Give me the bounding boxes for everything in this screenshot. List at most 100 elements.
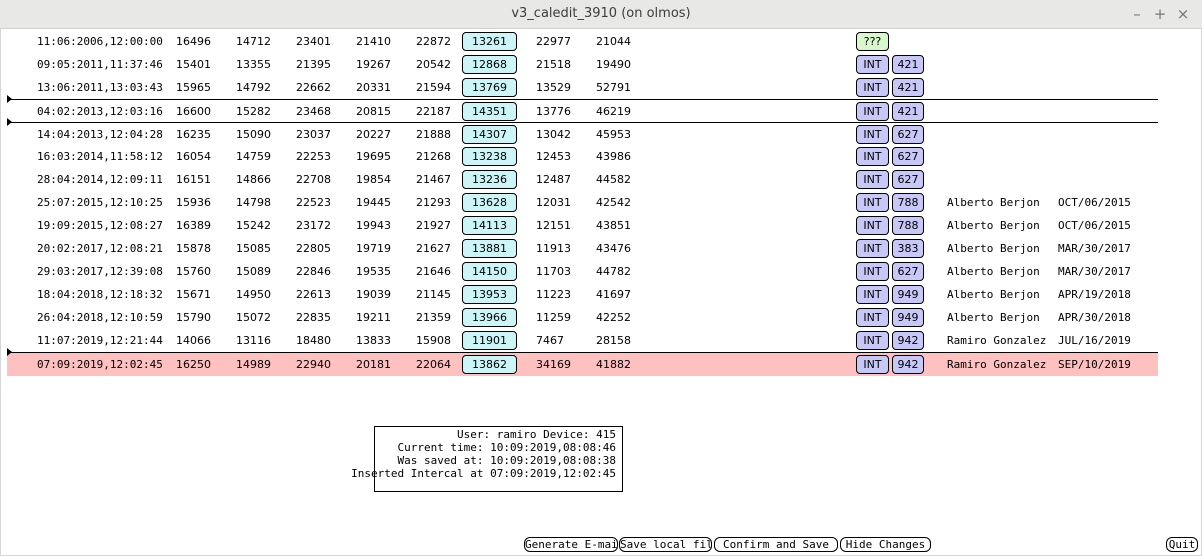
cell-operator-name: Alberto Berjon [947, 288, 1040, 301]
table-row[interactable]: 29:03:2017,12:39:08 15760 15089 22846 19535 2… [7, 260, 1158, 283]
editable-value-box[interactable]: 13628 [462, 193, 517, 212]
table-row[interactable]: 09:05:2011,11:37:46 15401 13355 21395 19267 2… [7, 53, 1158, 76]
type-tag-button[interactable]: INT [856, 355, 889, 374]
table-row[interactable]: 19:09:2015,12:08:27 16389 15242 23172 19943 2… [7, 214, 1158, 237]
cell-save-date: SEP/10/2019 [1058, 358, 1131, 371]
cell-operator-name: Alberto Berjon [947, 196, 1040, 209]
row-marker-icon [7, 95, 12, 103]
editable-value-box[interactable]: 13862 [462, 355, 517, 374]
table-row[interactable]: 16:03:2014,11:58:12 16054 14759 22253 19695 2… [7, 145, 1158, 168]
editable-value-box[interactable]: 13966 [462, 308, 517, 327]
type-tag-button[interactable]: INT [856, 125, 889, 144]
device-id-button[interactable]: 421 [892, 102, 924, 121]
table-row[interactable]: 25:07:2015,12:10:25 15936 14798 22523 19445 2… [7, 191, 1158, 214]
cell-value: 15965 [176, 81, 211, 94]
info-current-time: Current time: 10:09:2019,08:08:46 [397, 441, 616, 454]
editable-value-box[interactable]: 13238 [462, 147, 517, 166]
cell-value: 43851 [596, 219, 631, 232]
table-row[interactable]: 13:06:2011,13:03:43 15965 14792 22662 20331 2… [7, 76, 1158, 99]
cell-value: 22977 [536, 35, 571, 48]
device-id-button[interactable]: 627 [892, 170, 924, 189]
hide-changes-button[interactable]: Hide Changes [840, 537, 931, 552]
device-id-button[interactable]: 949 [892, 285, 924, 304]
cell-value: 52791 [596, 81, 631, 94]
editable-value-box[interactable]: 13953 [462, 285, 517, 304]
cell-value: 16151 [176, 173, 211, 186]
table-row[interactable]: 28:04:2014,12:09:11 16151 14866 22708 19854 2… [7, 168, 1158, 191]
cell-value: 16235 [176, 128, 211, 141]
device-id-button[interactable]: 942 [892, 355, 924, 374]
device-id-button[interactable]: 942 [892, 331, 924, 350]
save-local-file-button[interactable]: Save local file [619, 537, 712, 552]
type-tag-button[interactable]: INT [856, 216, 889, 235]
device-id-button[interactable]: 788 [892, 216, 924, 235]
type-tag-button[interactable]: INT [856, 239, 889, 258]
device-id-button[interactable]: 421 [892, 78, 924, 97]
cell-value: 12487 [536, 173, 571, 186]
device-id-button[interactable]: 627 [892, 147, 924, 166]
device-id-button[interactable]: 627 [892, 262, 924, 281]
cell-operator-name: Alberto Berjon [947, 219, 1040, 232]
type-tag-button[interactable]: INT [856, 193, 889, 212]
editable-value-box[interactable]: 12868 [462, 55, 517, 74]
type-tag-button[interactable]: INT [856, 285, 889, 304]
cell-value: 23468 [296, 105, 331, 118]
table-row[interactable]: 11:06:2006,12:00:00 16496 14712 23401 21410 2… [7, 30, 1158, 53]
cell-value: 7467 [536, 334, 564, 347]
device-id-button[interactable]: 788 [892, 193, 924, 212]
cell-value: 23401 [296, 35, 331, 48]
editable-value-box[interactable]: 11901 [462, 331, 517, 350]
cell-value: 22708 [296, 173, 331, 186]
table-row[interactable]: 14:04:2013,12:04:28 16235 15090 23037 20227 2… [7, 122, 1158, 146]
generate-email-button[interactable]: Generate E-mail [524, 537, 618, 552]
cell-date: 14:04:2013,12:04:28 [37, 128, 163, 141]
cell-value: 14798 [236, 196, 271, 209]
confirm-and-save-button[interactable]: Confirm and Save [714, 537, 838, 552]
table-row[interactable]: 04:02:2013,12:03:16 16600 15282 23468 20815 2… [7, 99, 1158, 123]
device-id-button[interactable]: 421 [892, 55, 924, 74]
cell-value: 14792 [236, 81, 271, 94]
type-tag-button[interactable]: INT [856, 331, 889, 350]
minimize-icon[interactable]: – [1128, 5, 1146, 23]
close-icon[interactable]: × [1174, 5, 1192, 23]
maximize-icon[interactable]: + [1151, 5, 1169, 23]
device-id-button[interactable]: 383 [892, 239, 924, 258]
cell-value: 19854 [356, 173, 391, 186]
cell-value: 21594 [416, 81, 451, 94]
table-row[interactable]: 07:09:2019,12:02:45 16250 14989 22940 20181 2… [7, 352, 1158, 376]
type-tag-button[interactable]: ??? [856, 32, 889, 51]
cell-value: 22613 [296, 288, 331, 301]
device-id-button[interactable]: 949 [892, 308, 924, 327]
type-tag-button[interactable]: INT [856, 308, 889, 327]
editable-value-box[interactable]: 14113 [462, 216, 517, 235]
editable-value-box[interactable]: 13769 [462, 78, 517, 97]
type-tag-button[interactable]: INT [856, 78, 889, 97]
editable-value-box[interactable]: 14307 [462, 125, 517, 144]
table-row[interactable]: 11:07:2019,12:21:44 14066 13116 18480 13833 1… [7, 329, 1158, 352]
device-id-button[interactable]: 627 [892, 125, 924, 144]
type-tag-button[interactable]: INT [856, 102, 889, 121]
cell-value: 16600 [176, 105, 211, 118]
type-tag-button[interactable]: INT [856, 170, 889, 189]
quit-button[interactable]: Quit [1166, 537, 1198, 552]
cell-value: 20227 [356, 128, 391, 141]
cell-date: 13:06:2011,13:03:43 [37, 81, 163, 94]
type-tag-button[interactable]: INT [856, 147, 889, 166]
cell-value: 22662 [296, 81, 331, 94]
cell-value: 15878 [176, 242, 211, 255]
editable-value-box[interactable]: 13236 [462, 170, 517, 189]
editable-value-box[interactable]: 13261 [462, 32, 517, 51]
table-row[interactable]: 18:04:2018,12:18:32 15671 14950 22613 19039 2… [7, 283, 1158, 306]
cell-value: 15085 [236, 242, 271, 255]
cell-value: 22523 [296, 196, 331, 209]
editable-value-box[interactable]: 14150 [462, 262, 517, 281]
cell-value: 21927 [416, 219, 451, 232]
cell-value: 28158 [596, 334, 631, 347]
table-row[interactable]: 26:04:2018,12:10:59 15790 15072 22835 19211 2… [7, 306, 1158, 329]
table-row[interactable]: 20:02:2017,12:08:21 15878 15085 22805 19719 2… [7, 237, 1158, 260]
type-tag-button[interactable]: INT [856, 55, 889, 74]
type-tag-button[interactable]: INT [856, 262, 889, 281]
editable-value-box[interactable]: 13881 [462, 239, 517, 258]
editable-value-box[interactable]: 14351 [462, 102, 517, 121]
cell-date: 11:06:2006,12:00:00 [37, 35, 163, 48]
